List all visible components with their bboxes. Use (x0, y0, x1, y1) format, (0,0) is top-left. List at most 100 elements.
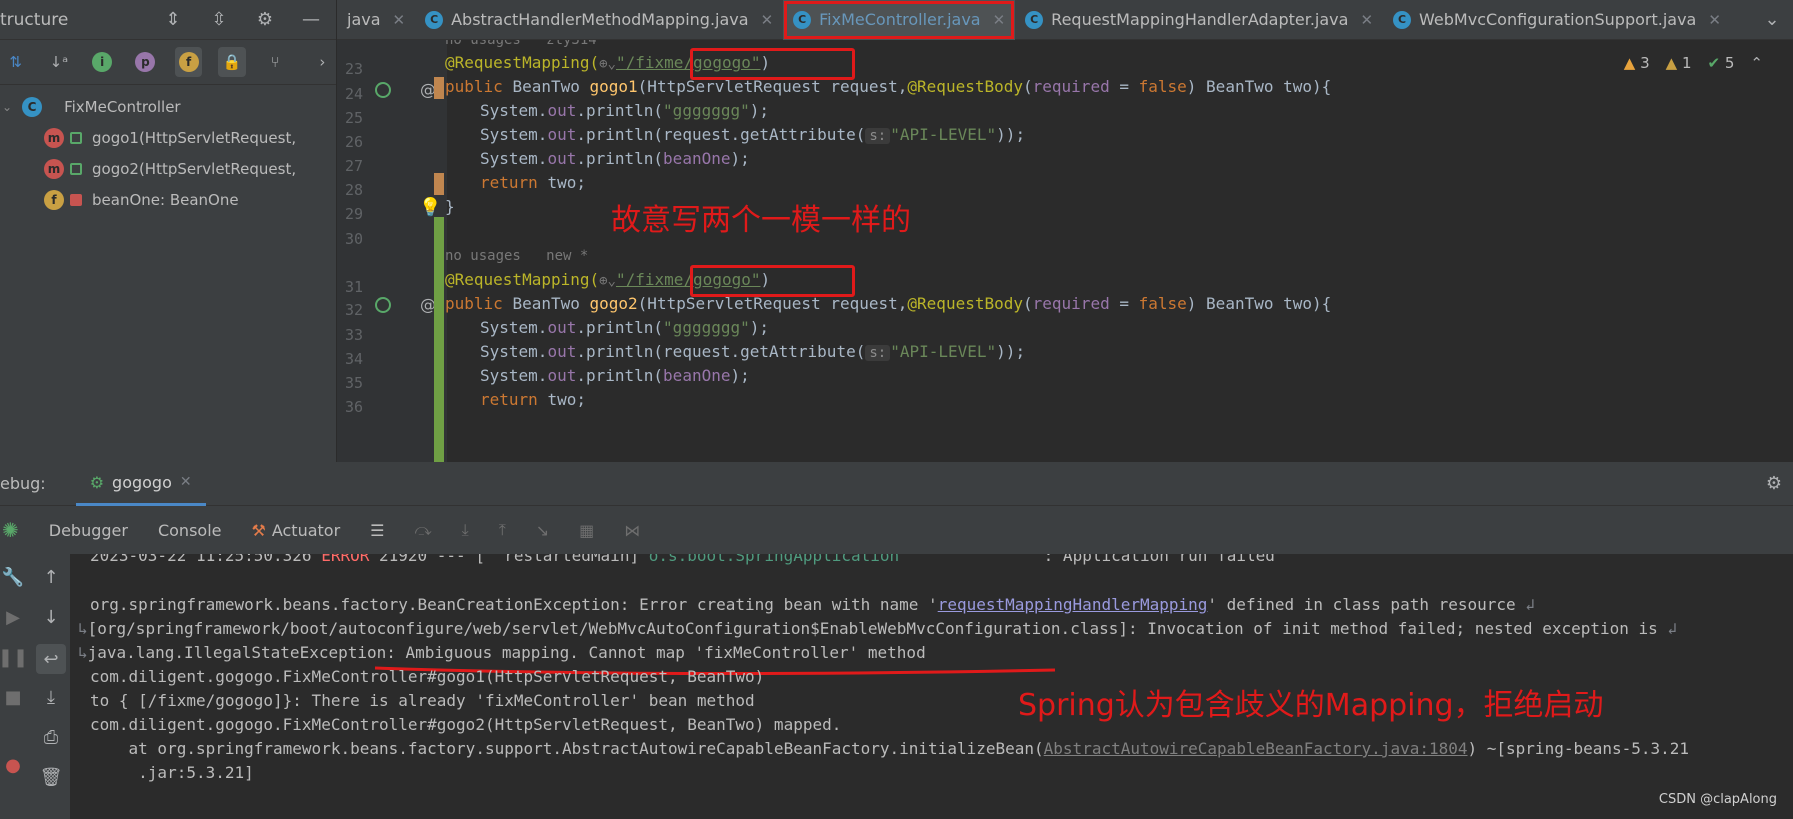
soft-wrap-icon[interactable]: ↩ (36, 644, 66, 674)
stop-icon[interactable]: ■ (2, 686, 24, 708)
trace-icon[interactable]: ⋈ (624, 521, 640, 540)
more-icon[interactable]: › (309, 47, 336, 77)
usages-inlay[interactable]: no usages new * (445, 248, 588, 264)
usages-inlay[interactable]: no usages zty314 * (445, 40, 614, 48)
scroll-to-end-icon[interactable]: ⤓ (40, 686, 62, 708)
wrap-indicator-icon: ↲ (1525, 595, 1535, 614)
show-lambdas-icon[interactable]: ⑂ (262, 47, 289, 77)
code-line-29: } (445, 197, 455, 216)
show-properties-icon[interactable]: p (132, 47, 159, 77)
show-fields-icon[interactable]: f (175, 47, 203, 77)
tree-node-label: gogo2(HttpServletRequest, (92, 159, 297, 178)
spring-bean-gutter-icon[interactable] (375, 82, 391, 98)
console-line-4: ↳java.lang.IllegalStateException: Ambigu… (78, 643, 926, 662)
close-icon[interactable]: ✕ (393, 11, 406, 29)
console-line-8: at org.springframework.beans.factory.sup… (90, 739, 1690, 758)
code-line-24: public BeanTwo gogo1(HttpServletRequest … (445, 77, 1332, 96)
line-number: 34 (345, 350, 364, 368)
step-out-icon[interactable]: ⤒ (499, 520, 506, 540)
chevron-down-icon[interactable]: ⌄ (2, 100, 12, 114)
tab-actuator[interactable]: ⚒ Actuator (251, 521, 340, 540)
console-line-7: com.diligent.gogogo.FixMeController#gogo… (90, 715, 842, 734)
ok-count[interactable]: ✔ 5 (1708, 54, 1735, 72)
inspection-widget[interactable]: ▲ 3 ▲ 1 ✔ 5 ⌃ (1624, 54, 1763, 72)
tree-node-class[interactable]: ⌄ C FixMeController (0, 91, 336, 122)
tab-java[interactable]: java ✕ (337, 0, 415, 40)
arrow-down-icon[interactable]: ↓ (40, 606, 62, 628)
tab-list-chevron-icon[interactable]: ⌄ (1761, 9, 1783, 31)
trash-icon[interactable]: 🗑 (40, 766, 63, 788)
code-editor[interactable]: 23 24 25 26 27 28 29 30 31 32 33 34 35 3… (337, 40, 1793, 462)
sort-by-visibility-icon[interactable]: ⇅ (2, 47, 29, 77)
close-icon[interactable]: ✕ (993, 11, 1006, 29)
line-number: 29 (345, 205, 364, 223)
print-icon[interactable]: ⎙ (40, 726, 62, 748)
resume-icon[interactable]: ▶ (2, 606, 24, 628)
step-into-icon[interactable]: ⤓ (462, 520, 469, 540)
console-line-5: com.diligent.gogogo.FixMeController#gogo… (90, 667, 765, 686)
warning-count[interactable]: ▲ 3 (1624, 54, 1650, 72)
show-inherited-icon[interactable]: i (89, 47, 116, 77)
weak-warning-icon: ▲ (1665, 54, 1678, 72)
check-icon: ✔ (1707, 54, 1721, 72)
tab-webmvcconfigurationsupport[interactable]: C WebMvcConfigurationSupport.java ✕ (1383, 0, 1731, 40)
watermark: CSDN @clapAlong (1658, 792, 1777, 807)
weak-warning-count[interactable]: ▲ 1 (1666, 54, 1692, 72)
line-number: 36 (345, 398, 364, 416)
lightbulb-icon[interactable]: 💡 (419, 197, 441, 218)
minimize-icon[interactable]: — (300, 9, 322, 31)
tree-node-method-gogo1[interactable]: m gogo1(HttpServletRequest, (0, 122, 336, 153)
globe-icon: ⊕⌄ (599, 273, 616, 289)
console-link-bean[interactable]: requestMappingHandlerMapping (938, 595, 1208, 614)
step-over-icon[interactable]: ⤼ (415, 520, 432, 540)
tab-fixmecontroller[interactable]: C FixMeController.java ✕ (783, 0, 1016, 40)
show-non-public-icon[interactable]: 🔒 (218, 47, 246, 77)
console-line-6: to { [/fixme/gogogo]}: There is already … (90, 691, 755, 710)
close-icon[interactable]: ✕ (1360, 11, 1373, 29)
tab-debugger[interactable]: Debugger (49, 521, 128, 540)
expand-all-icon[interactable]: ⇕ (162, 9, 184, 31)
evaluate-icon[interactable]: ▦ (579, 521, 594, 540)
vcs-change-marker (434, 173, 444, 195)
tab-label: java (347, 10, 381, 29)
chevron-up-icon[interactable]: ⌃ (1750, 54, 1763, 72)
sort-alphabetically-icon[interactable]: ↓ᵃ (45, 47, 72, 77)
warning-icon: ▲ (1623, 54, 1636, 72)
tab-label: AbstractHandlerMethodMapping.java (451, 10, 749, 29)
close-icon[interactable]: ✕ (180, 474, 192, 490)
console-line-1: 2023-03-22 11:25:50.326 ERROR 21920 --- … (90, 554, 1275, 565)
highlight-box-path-2 (690, 265, 855, 297)
console-side-toolbar: 🔧 ↑ ↓ ▶ ↩ ❚❚ ⤓ ■ ⎙ ● 🗑 (0, 554, 70, 819)
line-number: 24 (345, 85, 364, 103)
class-icon: C (793, 10, 812, 29)
line-number: 27 (345, 157, 364, 175)
gear-icon[interactable]: ⚙ (1763, 473, 1785, 495)
run-to-cursor-icon[interactable]: ↘ (536, 521, 549, 540)
wrench-icon[interactable]: 🔧 (2, 566, 24, 588)
tab-debug-session[interactable]: ⚙ gogogo ✕ (75, 462, 206, 506)
pause-icon[interactable]: ❚❚ (0, 646, 28, 668)
editor-tab-bar: java ✕ C AbstractHandlerMethodMapping.ja… (337, 0, 1793, 40)
spring-bean-gutter-icon[interactable] (375, 297, 391, 313)
console-line-9: .jar:5.3.21] (90, 763, 254, 782)
wrap-indicator-icon: ↳ (78, 619, 88, 638)
tab-requestmappinghandleradapter[interactable]: C RequestMappingHandlerAdapter.java ✕ (1015, 0, 1383, 40)
tab-console[interactable]: Console (158, 521, 222, 540)
tab-abstracthandlermethodmapping[interactable]: C AbstractHandlerMethodMapping.java ✕ (415, 0, 783, 40)
structure-header: tructure ⇕ ⇳ ⚙ — (0, 0, 336, 40)
close-icon[interactable]: ✕ (1708, 11, 1721, 29)
class-icon: C (1025, 10, 1044, 29)
line-number: 35 (345, 374, 364, 392)
view-breakpoints-icon[interactable]: ● (2, 754, 24, 776)
tree-node-field-beanone[interactable]: f beanOne: BeanOne (0, 184, 336, 215)
tree-node-method-gogo2[interactable]: m gogo2(HttpServletRequest, (0, 153, 336, 184)
gear-icon[interactable]: ⚙ (254, 9, 276, 31)
close-icon[interactable]: ✕ (761, 11, 774, 29)
arrow-up-icon[interactable]: ↑ (40, 566, 62, 588)
layout-menu-icon[interactable]: ☰ (370, 521, 384, 540)
debug-label: ebug: (0, 474, 46, 493)
console-link-source[interactable]: AbstractAutowireCapableBeanFactory.java:… (1044, 739, 1468, 758)
collapse-all-icon[interactable]: ⇳ (208, 9, 230, 31)
method-icon: m (44, 158, 64, 179)
console-output[interactable]: 2023-03-22 11:25:50.326 ERROR 21920 --- … (70, 554, 1793, 819)
